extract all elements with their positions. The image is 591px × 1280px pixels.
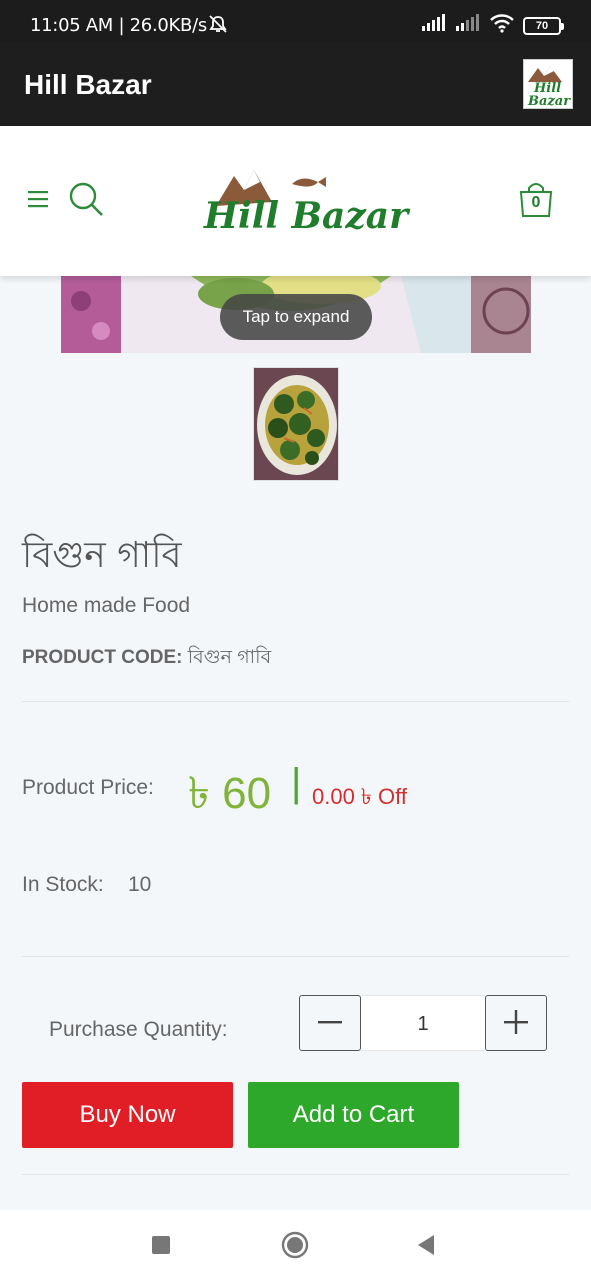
add-to-cart-button[interactable]: Add to Cart	[248, 1082, 459, 1148]
brand-text: Hill Bazar	[203, 195, 411, 237]
brand-logo[interactable]: Hill Bazar	[200, 164, 425, 244]
product-category[interactable]: Home made Food	[22, 594, 190, 618]
stock-value: 10	[128, 873, 152, 896]
divider	[22, 1174, 569, 1175]
price-value: ৳ 60	[188, 769, 272, 818]
nav-recents-icon[interactable]	[150, 1234, 172, 1261]
stock-label: In Stock:	[22, 873, 104, 896]
battery-icon: 70	[523, 16, 564, 35]
product-thumbnail[interactable]	[253, 367, 339, 481]
buy-now-button[interactable]: Buy Now	[22, 1082, 233, 1148]
discount-text: 0.00 ৳ Off	[312, 784, 407, 809]
app-logo: Hill Bazar	[523, 59, 573, 109]
signal-icon	[421, 14, 447, 37]
signal-icon-2	[455, 14, 481, 37]
cart-count-badge: 0	[531, 194, 541, 211]
tap-to-expand-hint[interactable]: Tap to expand	[220, 294, 372, 340]
price-separator: |	[291, 761, 302, 805]
search-icon[interactable]	[66, 180, 106, 220]
status-bar: 11:05 AM | 26.0KB/s 70	[0, 0, 591, 42]
price-label: Product Price:	[22, 776, 154, 799]
status-time: 11:05 AM | 26.0KB/s	[30, 15, 207, 36]
mute-icon	[206, 14, 230, 39]
product-code-value: বিগুন গাবি	[187, 647, 272, 668]
divider	[22, 956, 569, 957]
product-code: PRODUCT CODE: বিগুন গাবি	[22, 643, 271, 675]
wifi-icon	[489, 13, 515, 38]
quantity-input[interactable]: 1	[361, 995, 485, 1051]
plus-icon	[504, 1010, 528, 1034]
system-nav-bar	[0, 1210, 591, 1280]
nav-back-icon[interactable]	[414, 1233, 438, 1262]
quantity-decrease-button[interactable]	[299, 995, 361, 1051]
status-icons: 70	[421, 13, 564, 38]
site-header: Hill Bazar 0	[0, 126, 591, 276]
product-code-label: PRODUCT CODE:	[22, 647, 183, 668]
nav-home-icon[interactable]	[280, 1230, 310, 1265]
menu-icon[interactable]	[26, 188, 52, 210]
quantity-label: Purchase Quantity:	[49, 1018, 228, 1041]
svg-text:Bazar: Bazar	[527, 94, 571, 108]
divider	[22, 701, 569, 702]
app-bar: Hill Bazar Hill Bazar	[0, 42, 591, 126]
app-title: Hill Bazar	[24, 69, 152, 100]
minus-icon	[318, 1021, 342, 1024]
quantity-increase-button[interactable]	[485, 995, 547, 1051]
product-name: বিগুন গাবি	[22, 535, 182, 576]
cart-bag-icon[interactable]: 0	[516, 180, 556, 220]
